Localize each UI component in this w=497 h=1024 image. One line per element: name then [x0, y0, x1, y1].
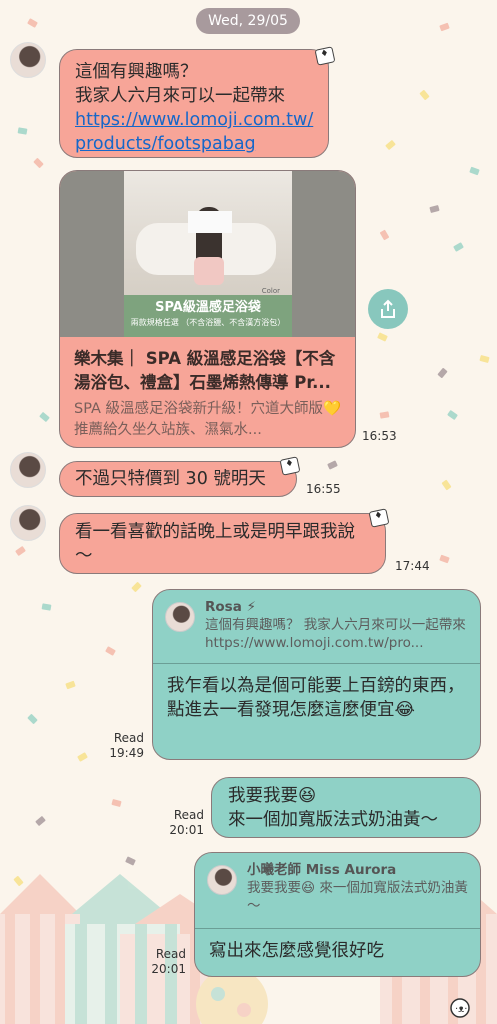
quoted-user-name: Rosa ⚡ [205, 599, 256, 615]
confetti [469, 166, 480, 176]
confetti [17, 127, 28, 135]
foot-spa-bag-shape [194, 257, 224, 285]
color-label: Color [261, 287, 280, 295]
read-receipt: Read 20:01 [151, 947, 186, 976]
playing-cards-icon [279, 456, 301, 476]
reply-quote[interactable]: 小曦老師 Miss Aurora 我要我要😆 來一個加寬版法式奶油黃～ [195, 853, 480, 929]
playing-cards-icon [314, 46, 336, 66]
quoted-user-avatar [165, 602, 195, 632]
contact-avatar[interactable] [10, 505, 46, 541]
svg-text:·ᴥ·: ·ᴥ· [455, 1004, 467, 1015]
quoted-message-text: 我要我要😆 來一個加寬版法式奶油黃～ [247, 880, 468, 914]
message-time: 16:55 [306, 482, 341, 496]
message-bubble-outgoing[interactable]: Rosa ⚡ 這個有興趣嗎？ 我家人六月來可以一起帶來 https://www.… [152, 589, 481, 760]
message-text: 寫出來怎麼感覺很好吃 [209, 941, 384, 961]
share-icon [381, 299, 395, 318]
message-bubble-outgoing[interactable]: 我要我要😆 來一個加寬版法式奶油黃～ [211, 777, 481, 838]
link-preview-description: SPA 級溫感足浴袋新升級！穴道大師版💛推薦給久坐久站族、濕氣水... [74, 401, 342, 438]
message-text: 不過只特價到 30 號明天 [75, 469, 266, 489]
message-text: 我家人六月來可以一起帶來 [75, 86, 285, 106]
link-preview-card[interactable]: Color SPA級溫感足浴袋 兩款規格任選 （不含浴鹽、不含漢方浴包） 樂木集… [59, 170, 356, 448]
confetti [35, 815, 46, 827]
confetti [377, 332, 388, 342]
confetti [77, 752, 88, 762]
confetti [39, 411, 50, 423]
confetti [65, 680, 76, 690]
confetti [419, 89, 430, 101]
contact-avatar[interactable] [10, 452, 46, 488]
share-button[interactable] [368, 289, 408, 329]
quoted-user-avatar [207, 865, 237, 895]
confetti [379, 229, 390, 241]
link-preview-body: 樂木集｜ SPA 級溫感足浴袋【不含湯浴包、禮盒】石墨烯熱傳導 Pr... SP… [74, 347, 344, 441]
quoted-message-text: 這個有興趣嗎？ 我家人六月來可以一起帶來 https://www.lomoji.… [205, 617, 466, 651]
playing-cards-icon [368, 508, 390, 528]
product-photo: Color SPA級溫感足浴袋 兩款規格任選 （不含浴鹽、不含漢方浴包） [124, 171, 292, 337]
message-time: 17:44 [395, 559, 430, 573]
confetti [379, 411, 390, 419]
message-bubble-incoming[interactable]: 看一看喜歡的話晚上或是明早跟我說～ [59, 513, 386, 574]
message-time: 16:53 [362, 429, 397, 443]
promo-banner: SPA級溫感足浴袋 兩款規格任選 （不含浴鹽、不含漢方浴包） [124, 295, 292, 337]
confetti [429, 204, 440, 214]
date-separator: Wed, 29/05 [196, 8, 300, 34]
confetti [27, 18, 38, 28]
read-receipt: Read 20:01 [169, 808, 204, 837]
reply-quote[interactable]: Rosa ⚡ 這個有興趣嗎？ 我家人六月來可以一起帶來 https://www.… [153, 590, 480, 664]
message-link[interactable]: https://www.lomoji.com.tw/ [75, 108, 313, 132]
message-text: 我乍看以為是個可能要上百鎊的東西，點進去一看發現怎麼這麼便宜😂 [167, 676, 465, 720]
message-bubble-incoming[interactable]: 不過只特價到 30 號明天 [59, 461, 297, 497]
product-image: Color SPA級溫感足浴袋 兩款規格任選 （不含浴鹽、不含漢方浴包） [60, 171, 355, 337]
confetti [447, 409, 458, 421]
message-text: 我要我要😆 [228, 786, 317, 806]
confetti [441, 479, 452, 491]
confetti [111, 798, 122, 808]
confetti [479, 354, 490, 364]
confetti [27, 713, 38, 725]
message-bubble-outgoing[interactable]: 小曦老師 Miss Aurora 我要我要😆 來一個加寬版法式奶油黃～ 寫出來怎… [194, 852, 481, 977]
confetti [453, 242, 464, 252]
confetti [33, 157, 44, 169]
message-bubble-incoming[interactable]: 這個有興趣嗎？ 我家人六月來可以一起帶來 https://www.lomoji.… [59, 49, 329, 158]
quoted-user-name: 小曦老師 Miss Aurora [247, 862, 397, 878]
confetti [15, 545, 26, 557]
confetti [385, 139, 396, 151]
message-text: 來一個加寬版法式奶油黃～ [228, 810, 438, 830]
confetti [439, 22, 450, 32]
promo-title: SPA級溫感足浴袋 [155, 300, 261, 315]
confetti [131, 581, 142, 593]
message-link[interactable]: products/footspabag [75, 132, 313, 156]
link-preview-title: 樂木集｜ SPA 級溫感足浴袋【不含湯浴包、禮盒】石墨烯熱傳導 Pr... [74, 349, 336, 392]
message-text: 看一看喜歡的話晚上或是明早跟我說～ [75, 522, 355, 566]
newspaper-shape [188, 211, 232, 233]
confetti [105, 646, 116, 656]
promo-subtitle: 兩款規格任選 （不含浴鹽、不含漢方浴包） [130, 318, 286, 327]
confetti [439, 554, 450, 564]
read-receipt: Read 19:49 [109, 731, 144, 760]
confetti [41, 603, 52, 611]
message-text: 這個有興趣嗎？ [75, 62, 198, 82]
confetti [327, 460, 338, 470]
contact-avatar[interactable] [10, 42, 46, 78]
confetti [437, 367, 448, 379]
